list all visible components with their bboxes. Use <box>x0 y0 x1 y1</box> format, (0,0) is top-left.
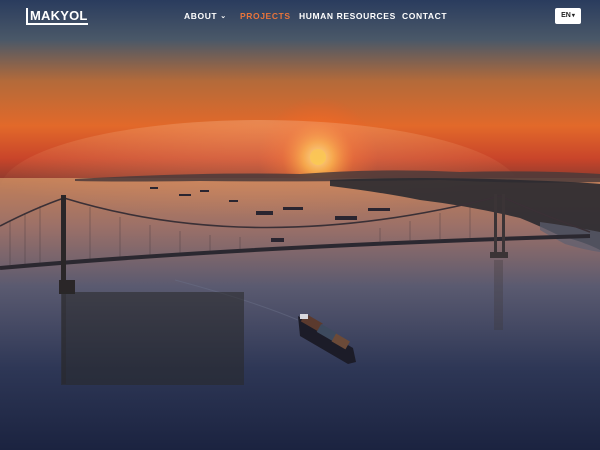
nav-contact-label: CONTACT <box>402 11 448 21</box>
info-overlay-panel <box>61 292 244 385</box>
chevron-down-icon: ⌄ <box>220 13 227 20</box>
nav-projects[interactable]: PROJECTS <box>240 11 291 22</box>
language-label: EN <box>561 12 571 19</box>
nav-about-label: ABOUT <box>184 11 218 21</box>
language-selector[interactable]: EN▾ <box>555 8 581 24</box>
nav-human-resources[interactable]: HUMAN RESOURCES <box>299 11 396 22</box>
site-header: MAKYOL ABOUT ⌄ PROJECTS HUMAN RESOURCES C… <box>0 0 600 32</box>
nav-human-resources-label: HUMAN RESOURCES <box>299 11 396 21</box>
nav-contact[interactable]: CONTACT <box>402 11 447 22</box>
caret-down-icon: ▾ <box>571 13 575 19</box>
nav-projects-label: PROJECTS <box>240 11 291 21</box>
nav-about[interactable]: ABOUT ⌄ <box>184 11 227 22</box>
main-navigation: ABOUT ⌄ PROJECTS HUMAN RESOURCES CONTACT <box>0 11 600 23</box>
